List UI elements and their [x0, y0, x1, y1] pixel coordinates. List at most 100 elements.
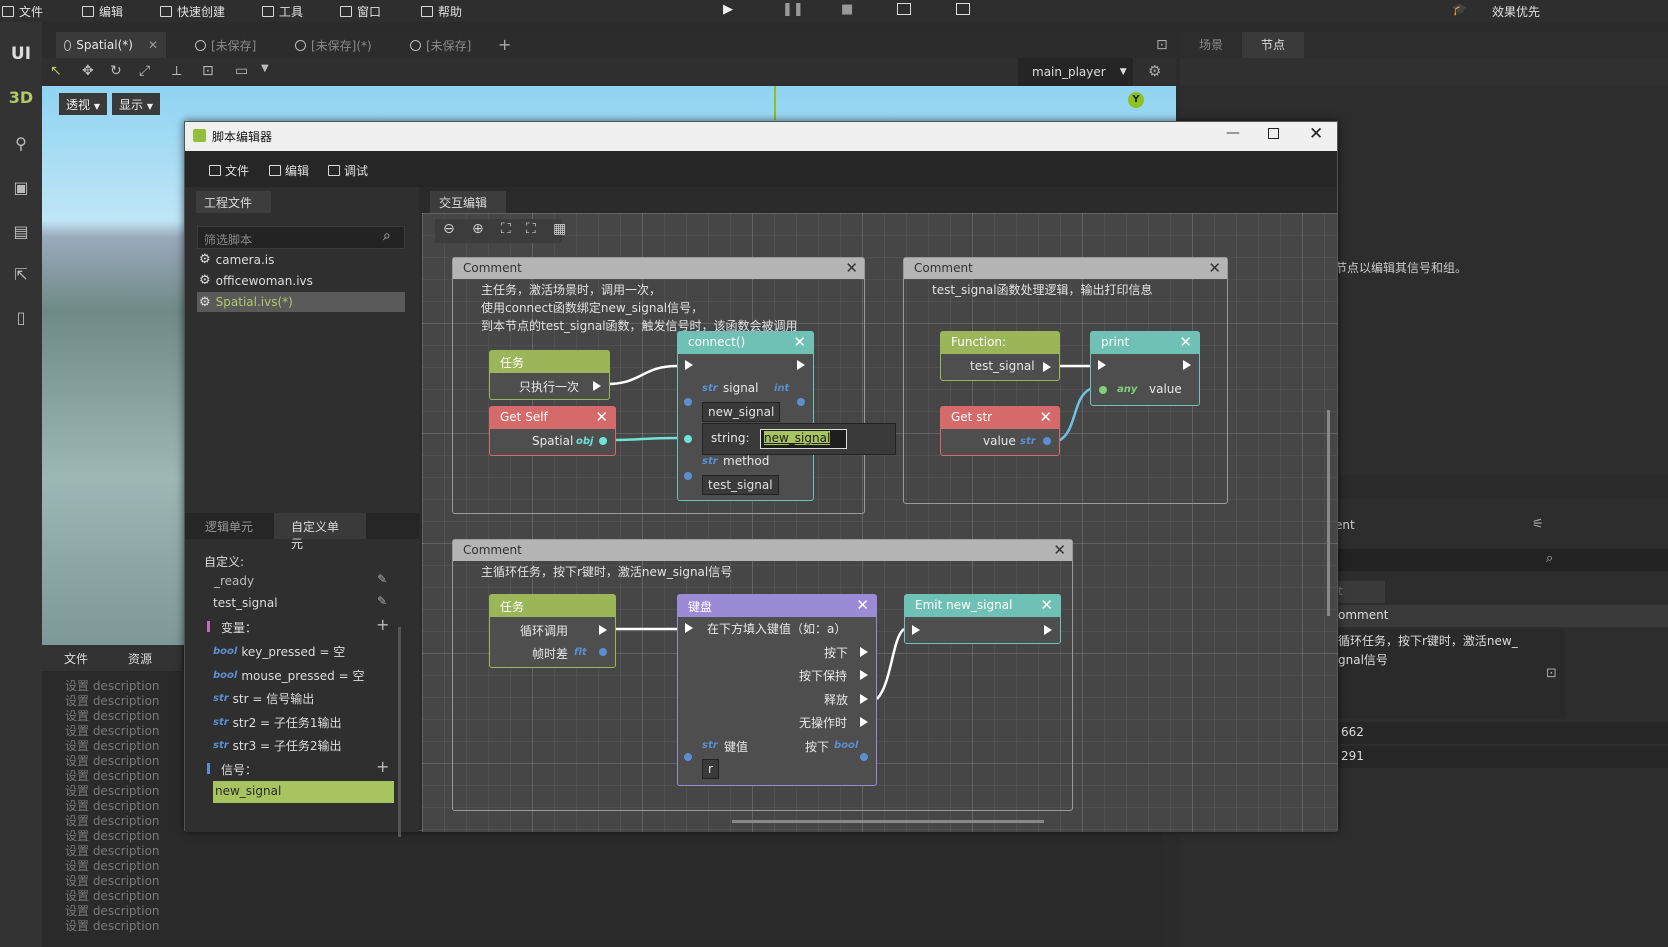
task-node[interactable]: 任务 循环调用 帧时差 flt [489, 594, 616, 668]
value-field-2[interactable]: 291 [1335, 746, 1668, 768]
signal-item-selected[interactable]: new_signal [213, 781, 394, 803]
menu-tools[interactable]: 工具 [262, 3, 303, 20]
scrollbar[interactable] [398, 627, 401, 837]
print-node[interactable]: print ✕ any value [1090, 331, 1200, 406]
tab-unsaved-1[interactable]: [未保存] [187, 32, 264, 58]
add-tab-button[interactable]: + [498, 35, 511, 54]
string-input[interactable]: new_signal [760, 429, 847, 449]
layout-tool-icon[interactable]: ▭ [235, 63, 248, 79]
add-var-button[interactable]: + [376, 615, 389, 634]
render-mode-label[interactable]: 效果优先 [1492, 3, 1540, 20]
comment-textarea[interactable]: 循环任务，按下r键时，激活new_ gnal信号 [1335, 629, 1565, 719]
settings-box-icon[interactable]: ▤ [0, 222, 42, 241]
close-window-icon[interactable]: ✕ [1309, 124, 1323, 144]
close-icon[interactable]: ✕ [856, 596, 869, 614]
data-out-pin[interactable] [599, 648, 607, 656]
minimize-icon[interactable]: — [1226, 125, 1240, 141]
exec-in-pin[interactable] [912, 625, 920, 635]
move-tool-icon[interactable]: ✥ [82, 63, 94, 79]
tab-interact-edit[interactable]: 交互编辑 [430, 191, 506, 213]
exec-in-pin[interactable] [685, 360, 693, 370]
get-self-node[interactable]: Get Self ✕ Spatial obj [489, 406, 616, 456]
exec-out-pin[interactable] [860, 717, 868, 727]
rotate-tool-icon[interactable]: ↻ [110, 63, 122, 79]
document-icon[interactable]: ▯ [0, 308, 42, 327]
exec-out-pin[interactable] [599, 625, 607, 635]
close-icon[interactable]: ✕ [1039, 408, 1052, 426]
scale-tool-icon[interactable]: ⤢ [139, 63, 150, 79]
exec-in-pin[interactable] [685, 623, 693, 633]
tab-logic-units[interactable]: 逻辑单元 [205, 518, 253, 535]
search-field[interactable] [1335, 549, 1668, 571]
tab-node[interactable]: 节点 [1242, 32, 1304, 58]
menu-window[interactable]: 窗口 [340, 3, 381, 20]
close-icon[interactable]: ✕ [793, 333, 806, 351]
var-item[interactable]: str str = 信号输出 [213, 690, 314, 707]
pencil-icon[interactable]: ✎ [377, 594, 387, 608]
file-item-selected[interactable]: ⚙ Spatial.ivs(*) [197, 292, 405, 312]
value-field-1[interactable]: 662 [1335, 722, 1668, 744]
var-item[interactable]: bool key_pressed = 空 [213, 643, 345, 660]
maximize-icon[interactable] [1268, 128, 1279, 139]
emit-signal-node[interactable]: Emit new_signal ✕ [904, 594, 1061, 644]
add-signal-button[interactable]: + [376, 757, 389, 776]
data-in-pin[interactable] [1099, 386, 1107, 394]
expand-icon[interactable]: ⊡ [1546, 666, 1557, 681]
perspective-button[interactable]: 透视 ▼ [59, 93, 107, 115]
method-field[interactable]: test_signal [702, 475, 779, 495]
file-item[interactable]: ⚙ camera.is [199, 252, 274, 267]
var-item[interactable]: str str3 = 子任务2输出 [213, 737, 342, 754]
func-item[interactable]: _ready [214, 574, 254, 588]
func-item[interactable]: test_signal [213, 596, 278, 610]
chevron-down-icon[interactable]: ▼ [261, 63, 269, 74]
horizontal-scrollbar[interactable] [732, 820, 1044, 823]
tab-unsaved-3[interactable]: [未保存] [402, 32, 479, 58]
data-out-pin[interactable] [860, 753, 868, 761]
key-field[interactable]: r [702, 759, 719, 779]
store-icon[interactable]: ▣ [0, 178, 42, 197]
gizmo-y-axis[interactable]: Y [1128, 92, 1144, 108]
exec-out-pin[interactable] [1043, 362, 1051, 372]
exec-out-pin[interactable] [593, 381, 601, 391]
node-graph-canvas[interactable]: ⊖ ⊕ ⛶ ⛶ ▦ Comment ✕ 主任务，激活场景时，调用一次， 使用co… [422, 213, 1337, 832]
exec-out-pin[interactable] [797, 360, 805, 370]
play-custom-icon[interactable] [956, 3, 970, 15]
gear-icon[interactable]: ⚙ [1148, 62, 1161, 80]
tab-custom-units[interactable]: 自定义单元 [274, 513, 366, 551]
filter-input[interactable]: 筛选脚本 [197, 226, 405, 249]
task-node[interactable]: 任务 只执行一次 [489, 350, 610, 400]
editor-menu-debug[interactable]: 调试 [328, 162, 368, 179]
graduation-icon[interactable]: 🎓 [1452, 2, 1467, 16]
menu-file[interactable]: 文件 [2, 3, 43, 20]
bottom-tab-assets[interactable]: 资源 [128, 650, 152, 667]
data-out-pin[interactable] [1043, 437, 1051, 445]
tab-scene[interactable]: 场景 [1180, 32, 1242, 58]
menu-edit[interactable]: 编辑 [82, 3, 123, 20]
close-icon[interactable]: ✕ [1040, 596, 1053, 614]
exec-out-pin[interactable] [1183, 360, 1191, 370]
close-icon[interactable]: ✕ [1208, 259, 1221, 277]
close-icon[interactable]: ✕ [1179, 333, 1192, 351]
var-item[interactable]: bool mouse_pressed = 空 [213, 667, 364, 684]
data-in-pin[interactable] [684, 472, 692, 480]
exec-out-pin[interactable] [860, 694, 868, 704]
close-icon[interactable]: ✕ [845, 259, 858, 277]
data-out-pin[interactable] [599, 437, 607, 445]
editor-menu-edit[interactable]: 编辑 [269, 162, 309, 179]
vertical-scrollbar[interactable] [1327, 410, 1330, 616]
function-node[interactable]: Function: test_signal [940, 331, 1060, 381]
export-icon[interactable]: ⇱ [0, 265, 42, 284]
snap-tool-icon[interactable]: ⊡ [202, 63, 214, 79]
editor-menu-file[interactable]: 文件 [209, 162, 249, 179]
filter-icon[interactable]: ⚟ [1532, 517, 1544, 532]
exec-out-pin[interactable] [860, 647, 868, 657]
menu-quick-create[interactable]: 快速创建 [160, 3, 225, 20]
close-icon[interactable]: ✕ [595, 408, 608, 426]
exec-out-pin[interactable] [1044, 625, 1052, 635]
ui-mode-button[interactable]: UI [0, 44, 42, 64]
menu-help[interactable]: 帮助 [421, 3, 462, 20]
data-out-pin[interactable] [797, 398, 805, 406]
graph-icon[interactable]: ⚲ [0, 134, 42, 153]
connect-node[interactable]: connect() ✕ str signal int new_signal st… [677, 331, 814, 501]
tab-project-files[interactable]: 工程文件 [196, 191, 271, 213]
